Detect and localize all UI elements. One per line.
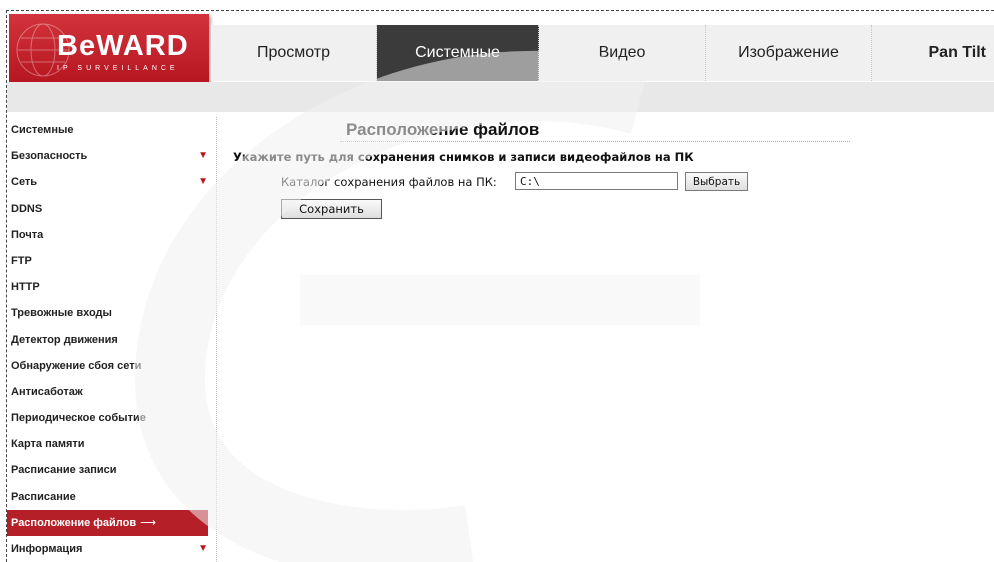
sidebar-item-motion-detector[interactable]: Детектор движения [7, 327, 208, 353]
section-heading: Укажите путь для сохранения снимков и за… [233, 150, 694, 164]
path-input[interactable] [515, 172, 678, 190]
sidebar-item-label: FTP [11, 254, 32, 267]
sidebar-item-ftp[interactable]: FTP [7, 248, 208, 274]
sidebar-item-label: Детектор движения [11, 333, 118, 346]
browse-button[interactable]: Выбрать [685, 172, 748, 191]
brand-logo: BeWARD IP SURVEILLANCE [9, 14, 209, 88]
sidebar-item-label: Системные [11, 124, 74, 136]
sidebar-item-network-failure[interactable]: Обнаружение сбоя сети [7, 353, 208, 379]
sidebar-item-record-schedule[interactable]: Расписание записи [7, 457, 208, 483]
sidebar-item-label: Периодическое событие [11, 412, 146, 425]
sidebar-item-label: Безопасность [11, 150, 88, 163]
sidebar-item-network[interactable]: Сеть ▼ [7, 169, 208, 195]
top-nav: Просмотр Системные Видео Изображение Pan… [211, 25, 994, 81]
sidebar-item-label: Карта памяти [11, 438, 85, 451]
sidebar-item-http[interactable]: HTTP [7, 274, 208, 300]
sidebar-item-tamper[interactable]: Антисаботаж [7, 379, 208, 405]
sidebar-item-memory-card[interactable]: Карта памяти [7, 431, 208, 457]
sidebar-item-info[interactable]: Информация ▼ [7, 536, 208, 562]
sub-header-band [7, 82, 994, 112]
sidebar-item-security[interactable]: Безопасность ▼ [7, 143, 208, 169]
sidebar-item-mail[interactable]: Почта [7, 222, 208, 248]
triangle-down-icon: ▼ [198, 543, 208, 554]
logo-subtitle: IP SURVEILLANCE [57, 65, 179, 72]
sidebar-divider [216, 117, 217, 562]
triangle-down-icon: ▼ [198, 150, 208, 162]
sidebar-item-label: Расписание записи [11, 464, 117, 477]
sidebar-item-schedule[interactable]: Расписание [7, 484, 208, 510]
sidebar-item-label: Расписание [11, 490, 76, 503]
sidebar-item-label: Почта [11, 228, 44, 241]
sidebar-item-file-location[interactable]: Расположение файлов ⟶ [7, 509, 208, 536]
tab-pan-tilt[interactable]: Pan Tilt [872, 25, 994, 81]
sidebar-item-label: Расположение файлов [11, 516, 137, 529]
sidebar-item-label: HTTP [11, 281, 40, 294]
sidebar-item-label: Обнаружение сбоя сети [11, 359, 142, 372]
triangle-down-icon: ▼ [198, 176, 208, 188]
tab-video[interactable]: Видео [539, 25, 706, 81]
tab-system[interactable]: Системные [377, 25, 539, 81]
sidebar-item-label: Антисаботаж [11, 385, 83, 398]
sidebar-item-label: Информация [11, 543, 83, 555]
title-rule [340, 141, 850, 142]
right-arrow-icon: ⟶ [140, 516, 156, 529]
sidebar-menu: Системные Безопасность ▼ Сеть ▼ DDNS Почта… [7, 117, 208, 562]
sidebar-item-system[interactable]: Системные [7, 117, 208, 143]
sidebar-item-label: Тревожные входы [11, 307, 112, 320]
sidebar-item-label: DDNS [11, 202, 43, 215]
tab-image[interactable]: Изображение [706, 25, 872, 81]
save-button[interactable]: Сохранить [281, 199, 382, 219]
tab-view[interactable]: Просмотр [211, 25, 377, 81]
sidebar-item-periodic-event[interactable]: Периодическое событие [7, 405, 208, 431]
page-title: Расположение файлов [346, 120, 540, 139]
sidebar-item-ddns[interactable]: DDNS [7, 196, 208, 222]
frame-top-border [6, 10, 994, 11]
sidebar-item-label: Сеть [11, 176, 38, 189]
path-field-label: Каталог сохранения файлов на ПК: [281, 175, 497, 189]
sidebar-item-alarm-inputs[interactable]: Тревожные входы [7, 300, 208, 326]
logo-text: BeWARD [57, 30, 189, 62]
